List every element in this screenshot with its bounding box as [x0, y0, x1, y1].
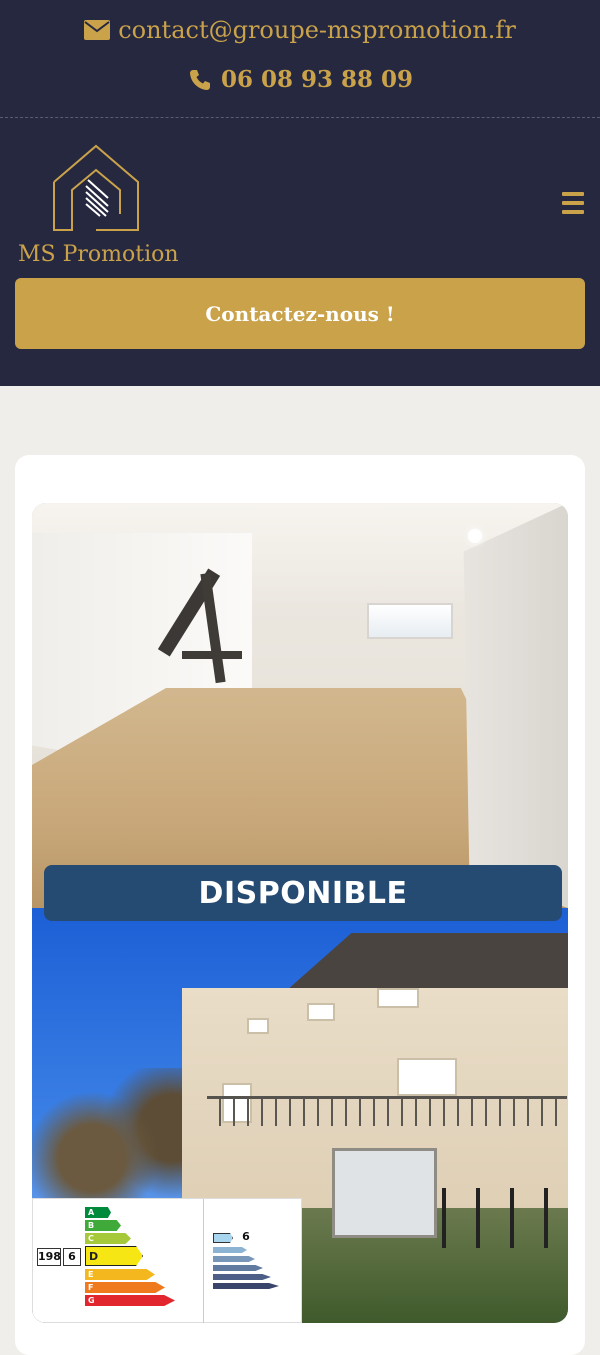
phone-icon: [187, 67, 213, 93]
consumption-value: 198: [37, 1248, 61, 1266]
brand-name: MS Promotion: [18, 242, 179, 267]
phone-link[interactable]: 06 08 93 88 09: [187, 66, 413, 93]
status-badge: DISPONIBLE: [44, 865, 562, 921]
contact-us-button[interactable]: Contactez-nous !: [15, 278, 585, 349]
email-text[interactable]: contact@groupe-mspromotion.fr: [118, 16, 516, 44]
envelope-icon: [84, 17, 111, 43]
house-logo-icon: [53, 144, 139, 231]
exterior-photo: A B C D E F G 198 6 6: [32, 908, 568, 1323]
phone-text[interactable]: 06 08 93 88 09: [221, 66, 413, 93]
dpe-class-f: F: [85, 1282, 165, 1293]
emission-value: 6: [63, 1248, 81, 1266]
ges-bar-f: [213, 1274, 271, 1280]
ges-class-marker: [213, 1233, 233, 1243]
ges-bar-c: [213, 1247, 247, 1253]
ges-bar-d: [213, 1256, 255, 1262]
dpe-class-c: C: [85, 1233, 131, 1244]
dpe-class-d: D: [85, 1246, 143, 1266]
email-link[interactable]: contact@groupe-mspromotion.fr: [84, 16, 516, 44]
dpe-class-g: G: [85, 1295, 175, 1306]
dpe-class-e: E: [85, 1269, 155, 1280]
dpe-class-a: A: [85, 1207, 111, 1218]
interior-photo: [32, 503, 568, 908]
energy-label: A B C D E F G 198 6 6: [32, 1198, 302, 1323]
contact-topbar: contact@groupe-mspromotion.fr 06 08 93 8…: [0, 0, 600, 118]
listing-card: DISPONIBLE A B C D E F G 198 6 6: [15, 455, 585, 1355]
ges-value: 6: [242, 1230, 250, 1243]
brand-logo[interactable]: MS Promotion: [18, 142, 179, 272]
ges-bar-e: [213, 1265, 263, 1271]
ges-bar-g: [213, 1283, 279, 1289]
site-header: contact@groupe-mspromotion.fr 06 08 93 8…: [0, 0, 600, 386]
menu-icon[interactable]: [562, 192, 584, 214]
listing-image[interactable]: DISPONIBLE A B C D E F G 198 6 6: [32, 503, 568, 1323]
dpe-class-b: B: [85, 1220, 121, 1231]
